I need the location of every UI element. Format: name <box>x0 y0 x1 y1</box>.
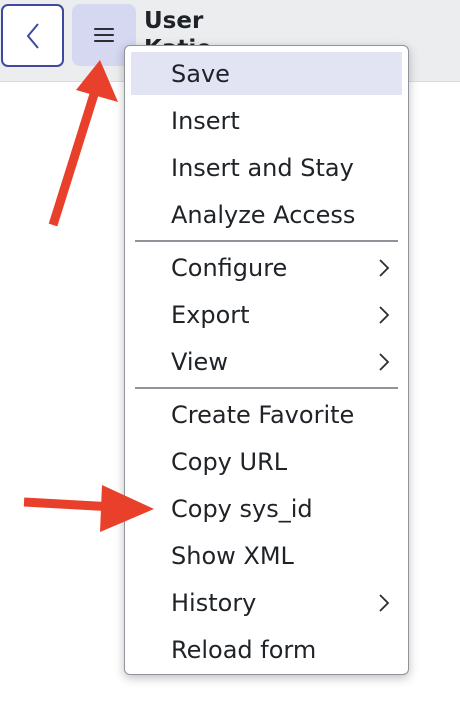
menu-item-label: Insert <box>171 106 240 135</box>
menu-item-save[interactable]: Save <box>131 52 402 95</box>
menu-item-analyze-access[interactable]: Analyze Access <box>131 193 402 236</box>
context-menu: Save Insert Insert and Stay Analyze Acce… <box>124 45 409 675</box>
menu-separator <box>135 240 398 242</box>
menu-item-label: Save <box>171 59 230 88</box>
chevron-right-icon <box>379 594 390 612</box>
menu-item-create-favorite[interactable]: Create Favorite <box>131 393 402 436</box>
menu-item-label: Show XML <box>171 541 294 570</box>
chevron-right-icon <box>379 353 390 371</box>
menu-item-view[interactable]: View <box>131 340 402 383</box>
hamburger-icon <box>94 28 114 42</box>
menu-item-label: Insert and Stay <box>171 153 354 182</box>
menu-item-export[interactable]: Export <box>131 293 402 336</box>
menu-item-configure[interactable]: Configure <box>131 246 402 289</box>
chevron-right-icon <box>379 306 390 324</box>
menu-item-history[interactable]: History <box>131 581 402 624</box>
menu-item-label: Create Favorite <box>171 400 355 429</box>
record-type-title: User <box>144 8 204 34</box>
menu-item-copy-url[interactable]: Copy URL <box>131 440 402 483</box>
menu-item-copy-sys-id[interactable]: Copy sys_id <box>131 487 402 530</box>
menu-separator <box>135 387 398 389</box>
menu-item-insert-and-stay[interactable]: Insert and Stay <box>131 146 402 189</box>
menu-item-label: Analyze Access <box>171 200 356 229</box>
menu-item-reload-form[interactable]: Reload form <box>131 628 402 671</box>
back-button[interactable] <box>1 4 64 67</box>
menu-item-show-xml[interactable]: Show XML <box>131 534 402 577</box>
menu-item-label: Reload form <box>171 635 317 664</box>
menu-item-label: Configure <box>171 253 288 282</box>
chevron-right-icon <box>379 259 390 277</box>
menu-item-label: Copy sys_id <box>171 494 313 523</box>
menu-item-label: Export <box>171 300 250 329</box>
chevron-left-icon <box>26 22 39 49</box>
menu-item-label: View <box>171 347 228 376</box>
menu-item-label: History <box>171 588 257 617</box>
menu-item-label: Copy URL <box>171 447 288 476</box>
menu-item-insert[interactable]: Insert <box>131 99 402 142</box>
